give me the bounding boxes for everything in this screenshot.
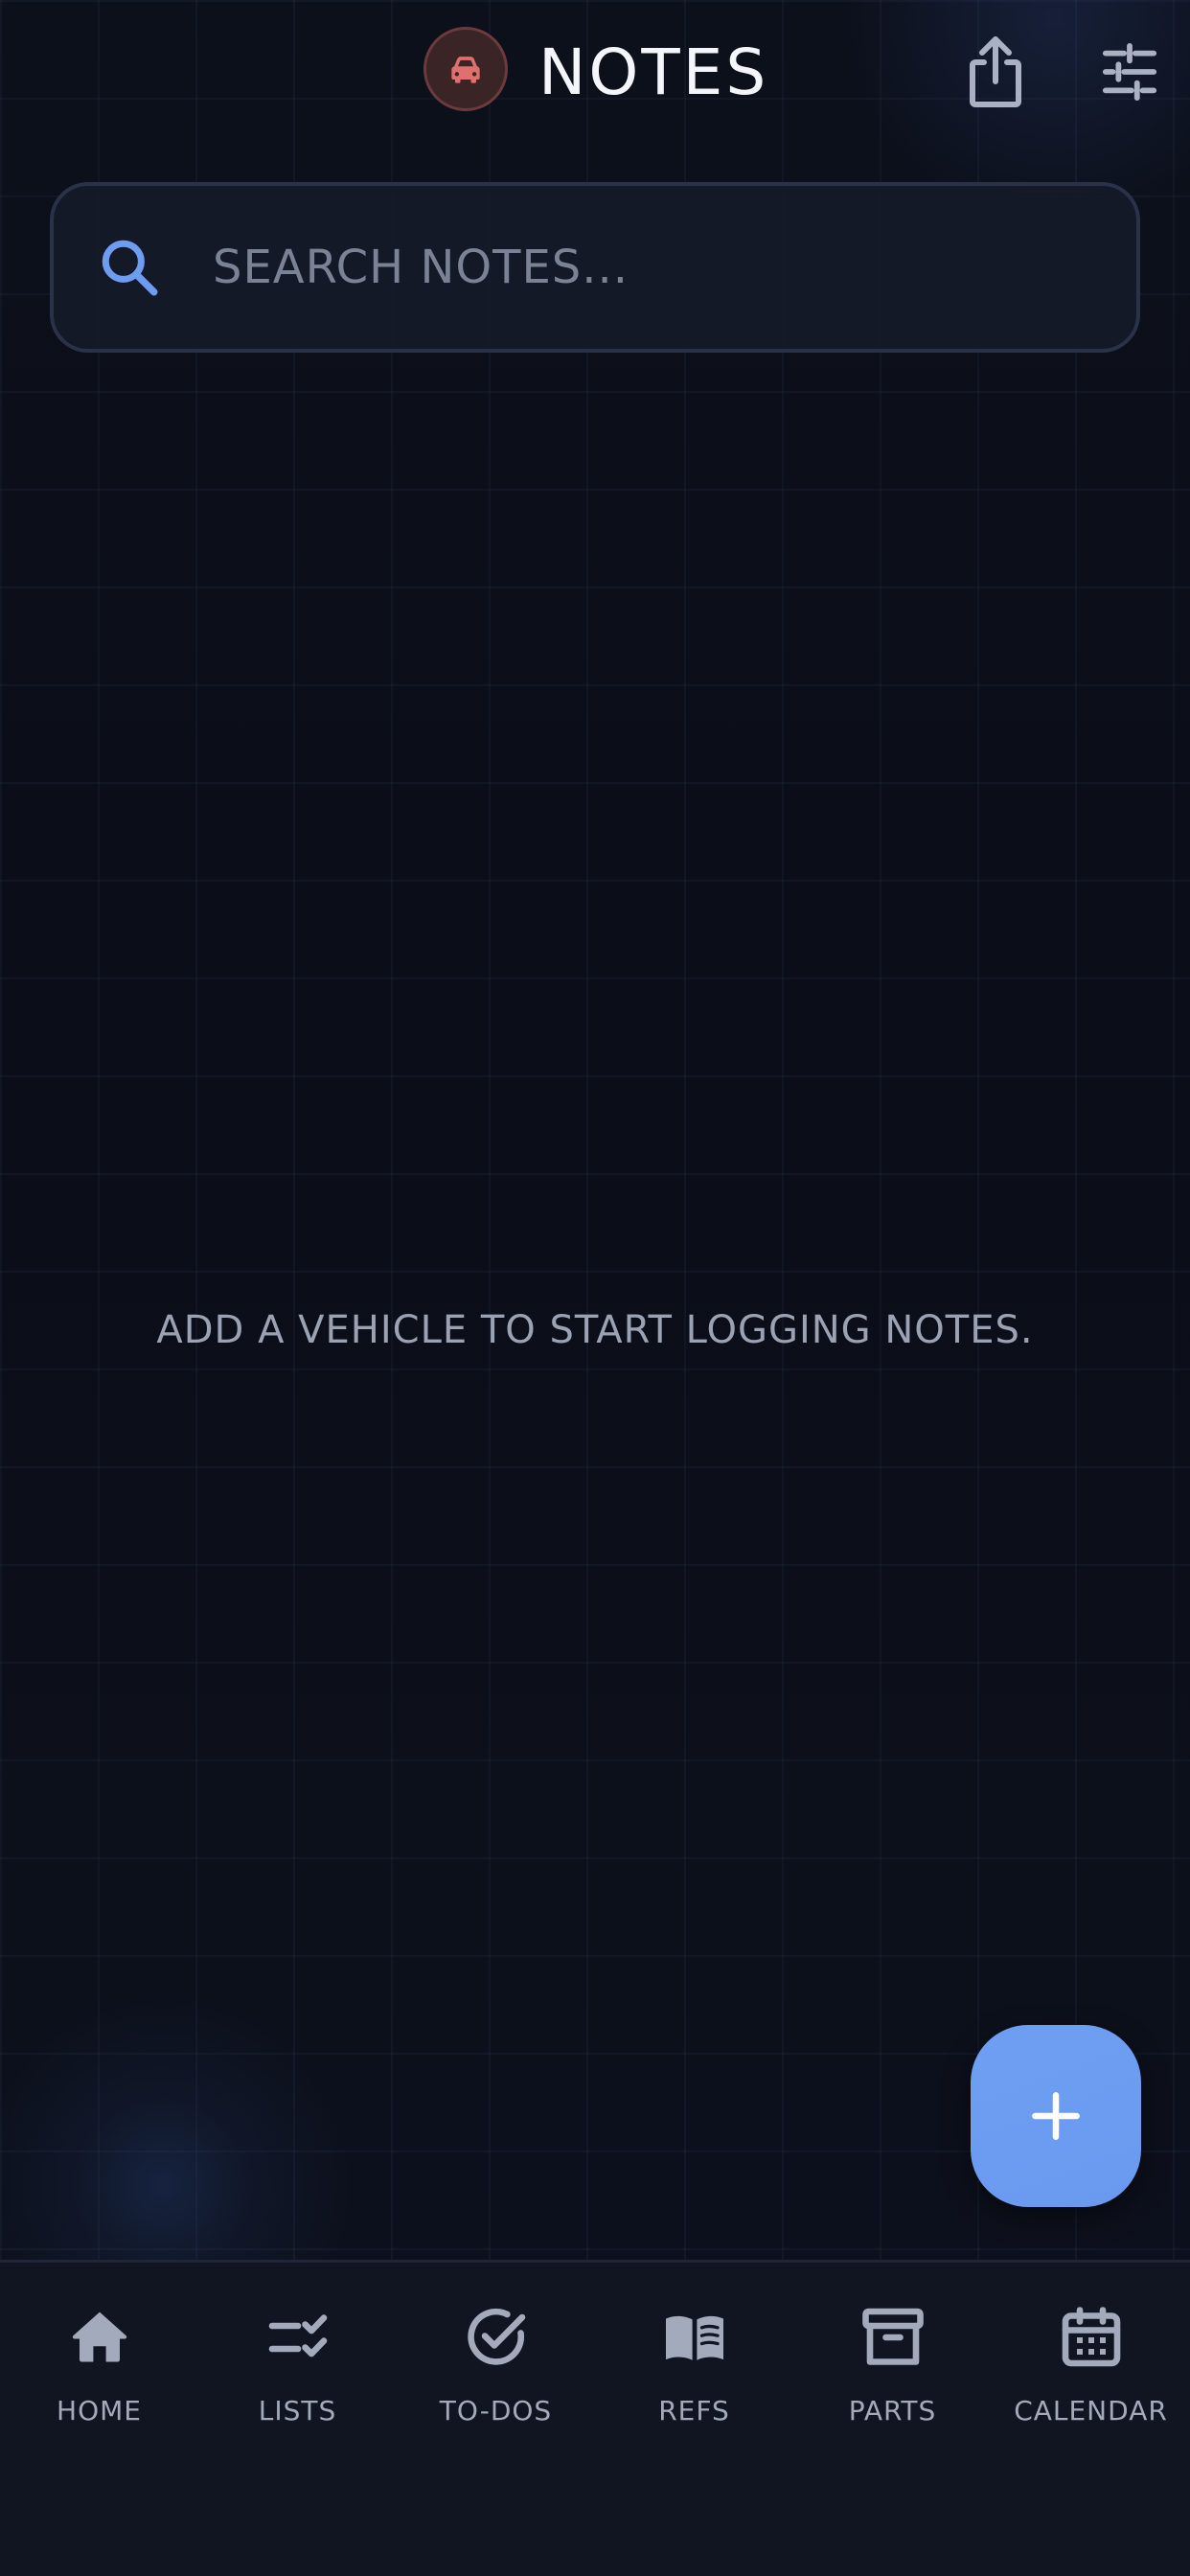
- check-circle-icon: [468, 2308, 526, 2365]
- notes-screen: NOTES SEARCH NOTES... ADD A VEHICLE TO S…: [0, 0, 1190, 2576]
- archive-box-icon: [862, 2308, 924, 2365]
- plus-icon: [1032, 2092, 1080, 2140]
- bottom-nav: HOME LISTS TO-DOS REFS PARTS CALENDAR: [0, 2260, 1190, 2576]
- search-icon: [102, 240, 158, 296]
- nav-item-refs[interactable]: REFS: [595, 2263, 793, 2454]
- checklist-icon: [268, 2314, 328, 2358]
- header-bar: NOTES: [0, 0, 1190, 153]
- share-icon: [970, 36, 1021, 107]
- book-icon: [666, 2315, 723, 2360]
- nav-item-home[interactable]: HOME: [0, 2263, 198, 2454]
- nav-label-todos: TO-DOS: [439, 2395, 553, 2426]
- home-icon: [72, 2312, 127, 2362]
- add-note-button[interactable]: [971, 2025, 1141, 2207]
- search-input[interactable]: [213, 213, 1075, 322]
- nav-label-refs: REFS: [658, 2395, 730, 2426]
- nav-item-todos[interactable]: TO-DOS: [397, 2263, 595, 2454]
- empty-state-message: ADD A VEHICLE TO START LOGGING NOTES.: [156, 1308, 1034, 1352]
- filter-settings-button[interactable]: [1087, 29, 1173, 115]
- search-bar[interactable]: [50, 182, 1140, 353]
- nav-label-calendar: CALENDAR: [1014, 2395, 1168, 2426]
- page-title: NOTES: [538, 35, 769, 109]
- share-button[interactable]: [952, 29, 1039, 115]
- calendar-icon: [1062, 2307, 1121, 2367]
- nav-label-home: HOME: [57, 2395, 142, 2426]
- sliders-icon: [1102, 42, 1157, 102]
- nav-label-parts: PARTS: [848, 2395, 937, 2426]
- nav-label-lists: LISTS: [258, 2395, 337, 2426]
- vehicle-selector-button[interactable]: [423, 27, 508, 111]
- nav-item-parts[interactable]: PARTS: [793, 2263, 992, 2454]
- car-icon: [451, 57, 480, 83]
- nav-item-calendar[interactable]: CALENDAR: [992, 2263, 1190, 2454]
- nav-item-lists[interactable]: LISTS: [198, 2263, 397, 2454]
